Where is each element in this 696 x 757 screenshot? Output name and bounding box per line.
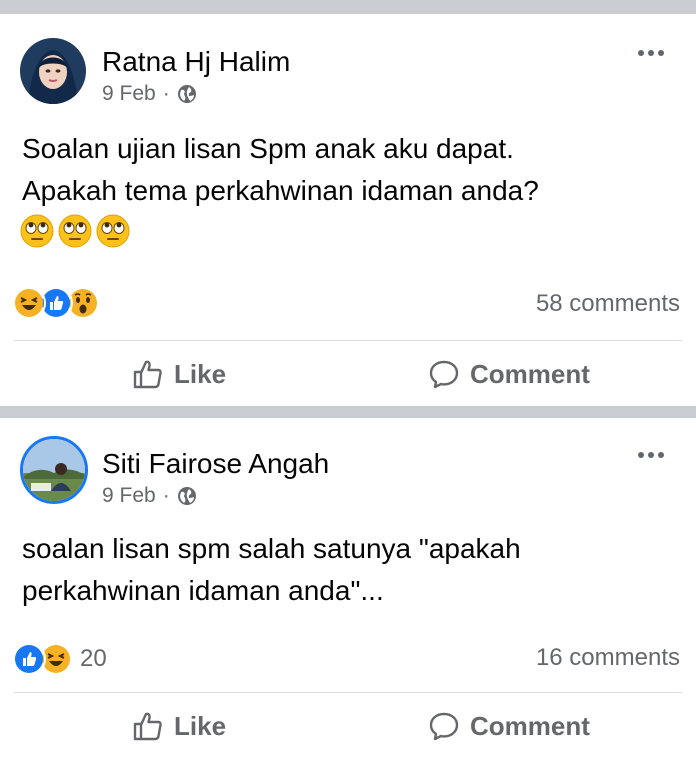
comment-label: Comment — [470, 358, 590, 389]
avatar-landscape-icon — [23, 439, 85, 501]
eye-roll-emoji-icon — [58, 214, 92, 248]
more-options-icon[interactable] — [638, 50, 664, 56]
feed-separator — [0, 406, 696, 418]
comment-label: Comment — [470, 710, 590, 741]
post-card-1: Ratna Hj Halim 9 Feb · Soalan ujian lisa… — [0, 14, 696, 406]
post-date[interactable]: 9 Feb — [102, 82, 156, 106]
comments-count[interactable]: 16 comments — [536, 644, 680, 672]
comment-button[interactable]: Comment — [428, 710, 590, 742]
divider — [14, 340, 682, 341]
reaction-summary[interactable]: 20 — [12, 642, 107, 676]
post-card-2: Siti Fairose Angah 9 Feb · soalan lisan … — [0, 418, 696, 757]
thumbs-up-icon — [133, 360, 162, 389]
like-button[interactable]: Like — [132, 710, 226, 742]
reaction-count[interactable]: 20 — [80, 645, 107, 673]
like-label: Like — [174, 710, 227, 741]
globe-icon — [177, 487, 196, 505]
comments-count[interactable]: 58 comments — [536, 290, 680, 318]
globe-icon — [177, 85, 196, 103]
avatar-portrait-icon — [20, 38, 86, 104]
post-text-line: Apakah tema perkahwinan idaman anda? — [22, 175, 539, 206]
post-meta: 9 Feb · — [102, 82, 197, 106]
author-avatar[interactable] — [20, 436, 88, 504]
post-text-line: perkahwinan idaman anda"... — [22, 575, 384, 606]
comment-bubble-icon — [429, 712, 459, 741]
haha-reaction-icon — [12, 286, 46, 320]
comment-button[interactable]: Comment — [428, 358, 590, 390]
thumbs-up-icon — [133, 712, 162, 741]
post-text-line: soalan lisan spm salah satunya "apakah — [22, 533, 521, 564]
meta-dot: · — [162, 484, 170, 507]
post-emoji-row — [20, 214, 130, 248]
like-label: Like — [174, 358, 227, 389]
post-date[interactable]: 9 Feb — [102, 484, 156, 508]
more-options-icon[interactable] — [638, 452, 664, 458]
eye-roll-emoji-icon — [20, 214, 54, 248]
author-name[interactable]: Siti Fairose Angah — [102, 448, 329, 480]
like-reaction-icon — [12, 642, 46, 676]
reaction-summary[interactable] — [12, 286, 107, 320]
post-meta: 9 Feb · — [102, 484, 197, 508]
like-button[interactable]: Like — [132, 358, 226, 390]
post-text-line: Soalan ujian lisan Spm anak aku dapat. — [22, 133, 514, 164]
feed-separator-top — [0, 0, 696, 14]
divider — [14, 692, 682, 693]
author-name[interactable]: Ratna Hj Halim — [102, 46, 290, 78]
meta-dot: · — [162, 82, 170, 105]
eye-roll-emoji-icon — [96, 214, 130, 248]
comment-bubble-icon — [429, 360, 459, 389]
author-avatar[interactable] — [20, 38, 86, 104]
